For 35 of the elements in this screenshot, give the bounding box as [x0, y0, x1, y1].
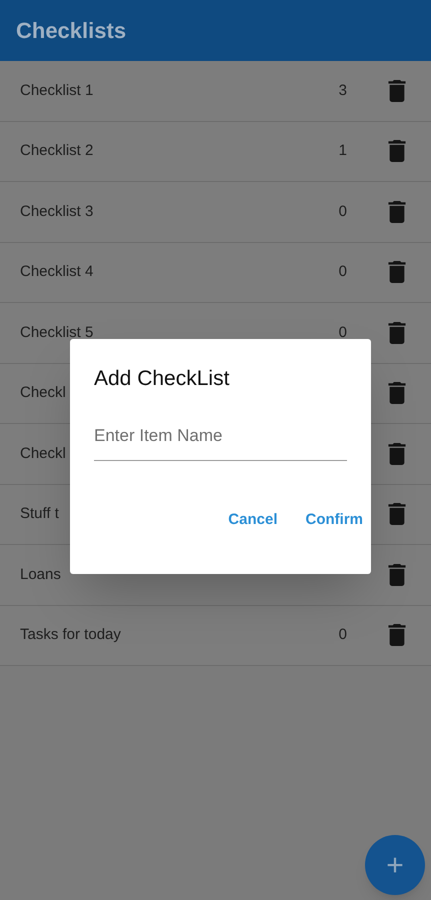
checklist-row[interactable]: Checklist 2 1 [0, 122, 431, 182]
trash-icon[interactable] [387, 140, 407, 162]
checklist-name: Checklist 2 [20, 141, 94, 161]
checklist-name: Tasks for today [20, 625, 121, 645]
trash-icon[interactable] [387, 442, 407, 465]
item-name-field[interactable]: Enter Item Name [94, 422, 347, 461]
item-count: 3 [338, 80, 347, 100]
dialog-title: Add CheckList [94, 366, 230, 392]
checklist-name: Checklist 5 [20, 322, 94, 342]
checklist-name: Checklist 4 [20, 262, 94, 282]
item-count: 0 [338, 625, 347, 645]
app-title: Checklists [16, 17, 126, 45]
dialog-button[interactable]: Cancel [228, 509, 278, 532]
trash-icon[interactable] [387, 503, 407, 526]
trash-icon[interactable] [387, 322, 407, 344]
checklist-name: Stuff t [20, 504, 59, 524]
trash-icon[interactable] [387, 261, 407, 284]
item-count: 0 [338, 262, 347, 282]
checklist-name: Loans [20, 564, 61, 584]
trash-icon[interactable] [387, 200, 407, 223]
trash-icon[interactable] [387, 80, 407, 102]
checklist-row[interactable]: Checklist 4 0 [0, 242, 431, 303]
item-count: 0 [338, 322, 347, 342]
checklist-name: Checklist 3 [20, 202, 94, 222]
item-count: 0 [338, 202, 347, 222]
checklist-row[interactable]: Tasks for today 0 [0, 606, 431, 666]
item-count: 1 [338, 141, 347, 161]
checklist-name: Checklist 1 [20, 80, 94, 100]
checklist-name: Checkl [20, 444, 66, 464]
trash-icon[interactable] [387, 624, 407, 646]
add-button[interactable]: + [365, 835, 425, 895]
trash-icon[interactable] [387, 382, 407, 404]
dialog-button[interactable]: Confirm [306, 509, 363, 532]
trash-icon[interactable] [387, 564, 407, 586]
checklist-name: Checkl [20, 383, 66, 403]
